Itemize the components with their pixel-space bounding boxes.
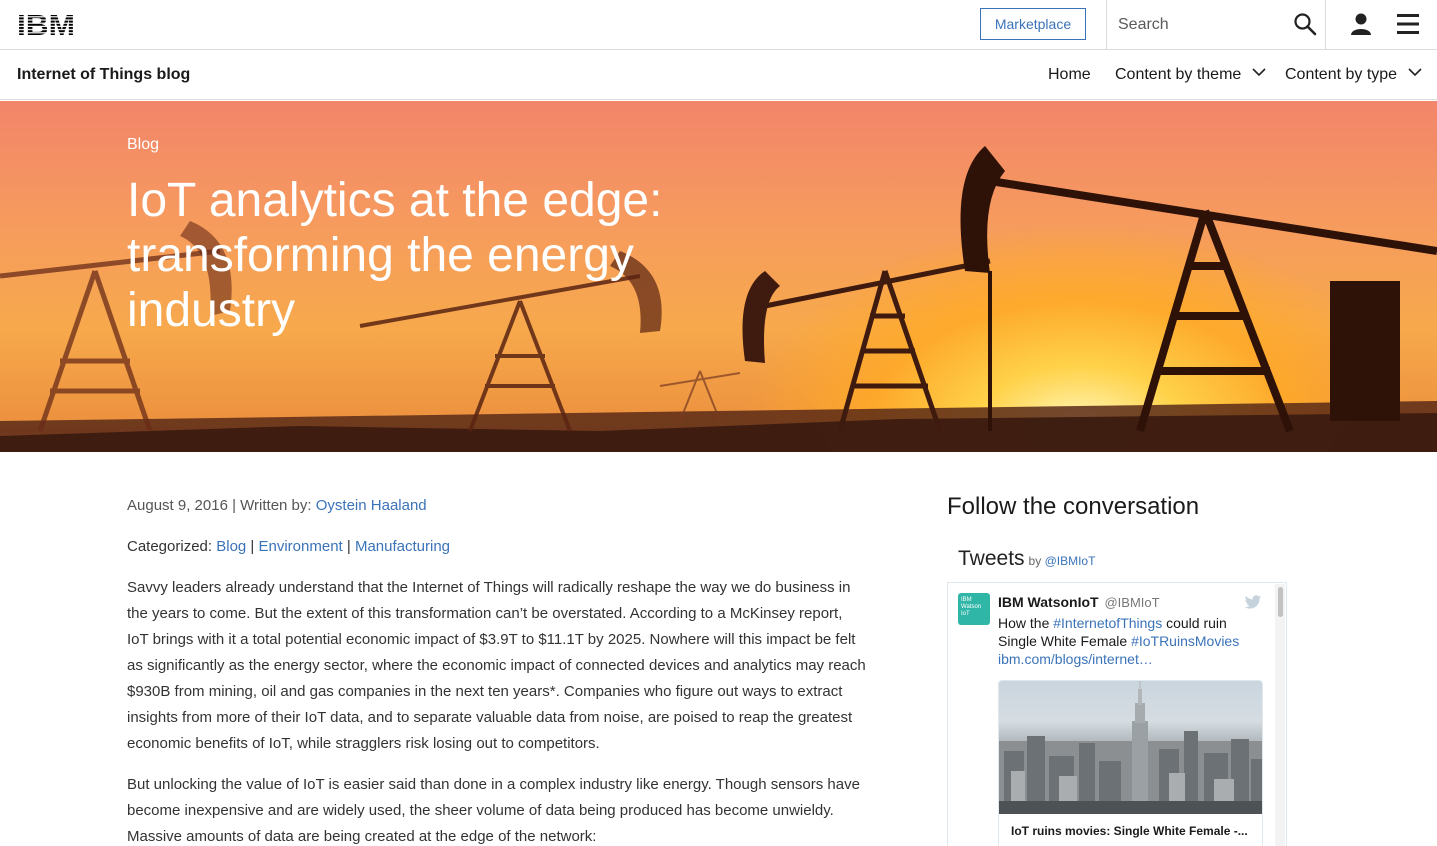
- city-skyline-illustration: [999, 681, 1262, 814]
- nav-content-by-type[interactable]: Content by type: [1285, 66, 1422, 84]
- article-title: IoT analytics at the edge: transforming …: [127, 174, 663, 337]
- written-by-label: | Written by:: [232, 497, 312, 514]
- tweets-by-label: by: [1028, 554, 1042, 568]
- hero-category-link[interactable]: Blog: [127, 136, 159, 154]
- ibm-logo[interactable]: IBM: [17, 11, 77, 37]
- hero-banner: Blog IoT analytics at the edge: transfor…: [0, 101, 1437, 452]
- user-icon[interactable]: [1349, 12, 1373, 36]
- author-link[interactable]: Oystein Haaland: [316, 497, 427, 514]
- tweet-text-prefix: How the: [998, 615, 1054, 631]
- article-paragraph: Savvy leaders already understand that th…: [127, 579, 866, 752]
- menu-icon[interactable]: [1396, 12, 1420, 36]
- tweet-card-title: IoT ruins movies: Single White Female -.…: [1011, 824, 1248, 838]
- category-link-manufacturing[interactable]: Manufacturing: [355, 538, 450, 555]
- tweet-avatar[interactable]: IBM Watson IoT: [958, 593, 990, 625]
- article-paragraph: But unlocking the value of IoT is easier…: [127, 776, 860, 845]
- article-date: August 9, 2016: [127, 497, 228, 514]
- search-area: [1106, 0, 1326, 49]
- svg-text:IBM: IBM: [17, 11, 75, 37]
- article-categories: Categorized: Blog | Environment | Manufa…: [127, 538, 451, 555]
- marketplace-button[interactable]: Marketplace: [980, 8, 1086, 40]
- tweet-text: How the #InternetofThings could ruin Sin…: [998, 614, 1268, 668]
- tweet-author-name: IBM WatsonIoT: [998, 594, 1099, 610]
- nav-theme-label: Content by theme: [1115, 66, 1242, 83]
- city-skyline-image: [999, 681, 1262, 814]
- timeline-scrollbar[interactable]: [1275, 584, 1285, 846]
- blog-title[interactable]: Internet of Things blog: [17, 66, 190, 84]
- categorized-label: Categorized:: [127, 538, 213, 555]
- nav-content-by-theme[interactable]: Content by theme: [1115, 66, 1266, 84]
- article-meta: August 9, 2016 | Written by: Oystein Haa…: [127, 497, 427, 514]
- search-input[interactable]: [1118, 12, 1288, 38]
- category-link-environment[interactable]: Environment: [259, 538, 343, 555]
- nav-home-label: Home: [1048, 66, 1091, 83]
- chevron-down-icon: [1407, 68, 1422, 77]
- tweet-link-card[interactable]: IoT ruins movies: Single White Female -.…: [998, 680, 1263, 846]
- tweets-handle-link[interactable]: @IBMIoT: [1045, 554, 1096, 568]
- category-link-blog[interactable]: Blog: [216, 538, 246, 555]
- follow-conversation-heading: Follow the conversation: [947, 493, 1200, 520]
- tweet-author[interactable]: IBM WatsonIoT @IBMIoT: [998, 594, 1160, 610]
- search-icon[interactable]: [1293, 12, 1317, 36]
- tweets-title: Tweets: [958, 547, 1025, 570]
- timeline-scroll-thumb[interactable]: [1278, 587, 1283, 617]
- tweet-url-link[interactable]: ibm.com/blogs/internet…: [998, 651, 1153, 667]
- blog-nav: Internet of Things blog Home Content by …: [0, 50, 1437, 100]
- chevron-down-icon: [1252, 68, 1266, 77]
- twitter-bird-icon[interactable]: [1244, 595, 1262, 610]
- masthead: IBM Marketplace: [0, 0, 1437, 50]
- tweets-by: by @IBMIoT: [1029, 554, 1096, 568]
- hashtag-link[interactable]: #IoTRuinsMovies: [1131, 633, 1239, 649]
- nav-type-label: Content by type: [1285, 66, 1398, 83]
- tweet-author-handle: @IBMIoT: [1104, 595, 1160, 610]
- hashtag-link[interactable]: #InternetofThings: [1053, 615, 1162, 631]
- tweets-heading: Tweets by @IBMIoT: [958, 547, 1095, 571]
- nav-home[interactable]: Home: [1048, 66, 1091, 84]
